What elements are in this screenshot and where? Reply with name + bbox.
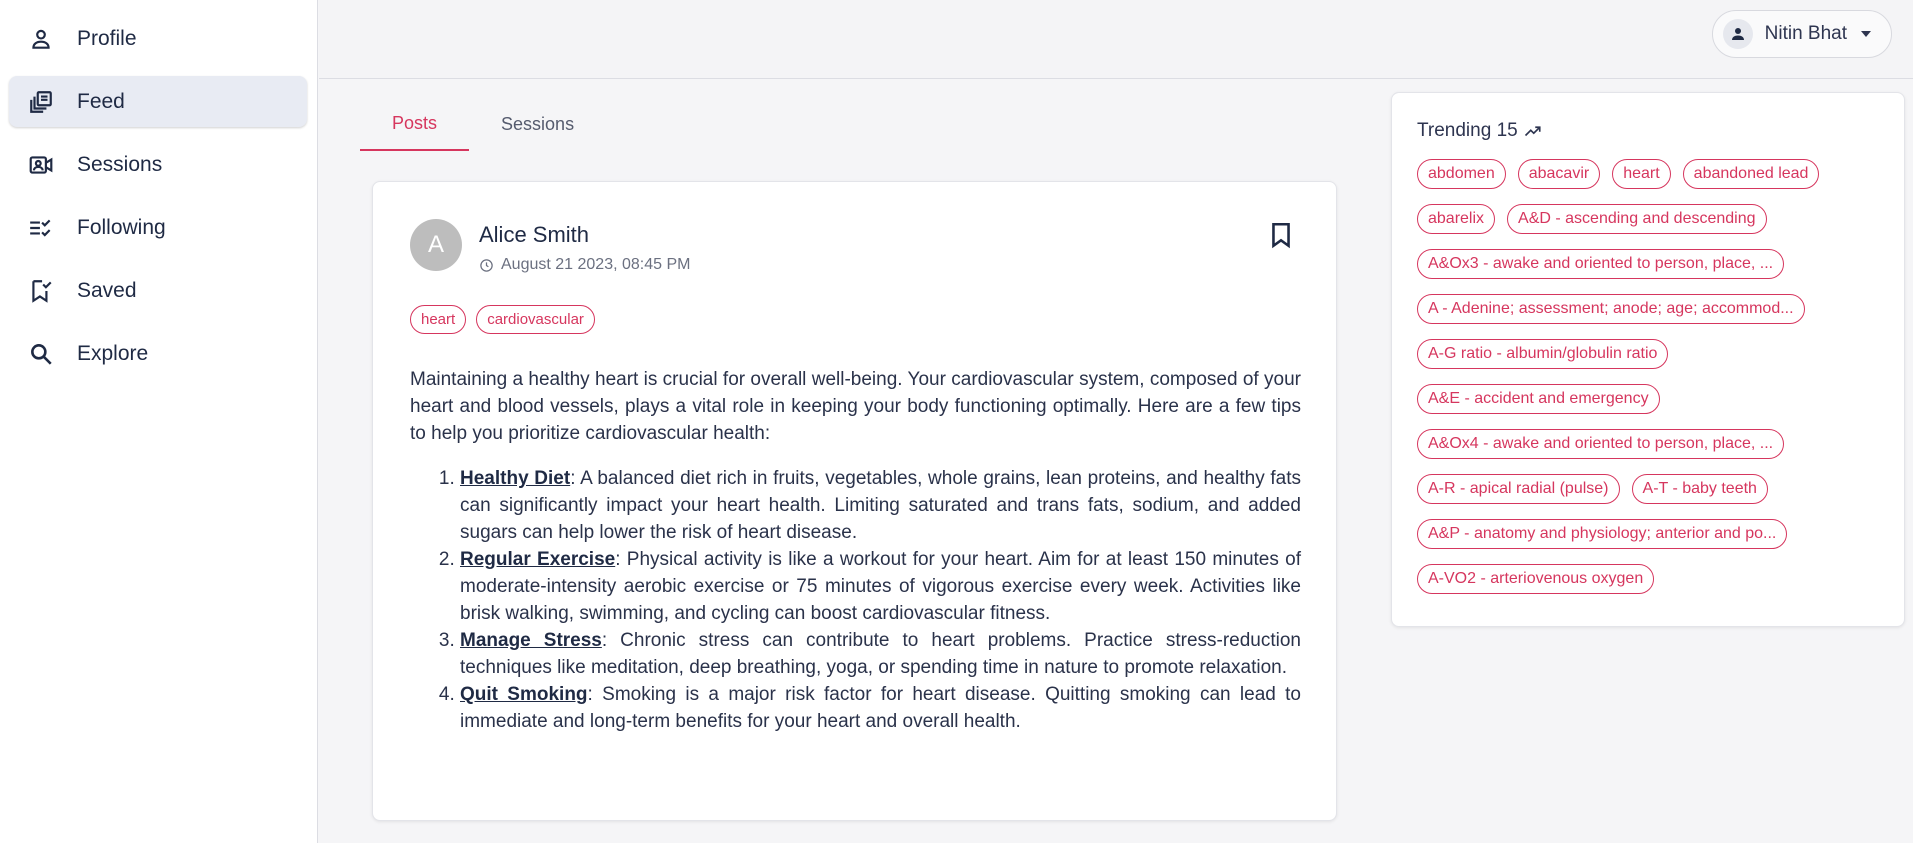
trending-tag-chip[interactable]: A-T - baby teeth (1631, 474, 1768, 504)
tips-list: Healthy Diet: A balanced diet rich in fr… (460, 465, 1301, 735)
sidebar-item-feed[interactable]: Feed (9, 76, 307, 127)
list-item: Regular Exercise: Physical activity is l… (460, 546, 1301, 627)
trending-tag-chip[interactable]: A-G ratio - albumin/globulin ratio (1417, 339, 1669, 369)
tag-chip[interactable]: heart (410, 305, 467, 334)
trending-title-row: Trending 15 (1417, 120, 1542, 142)
search-icon (27, 340, 55, 368)
trending-tag-chip[interactable]: A-R - apical radial (pulse) (1417, 474, 1620, 504)
sidebar-item-profile[interactable]: Profile (9, 13, 307, 64)
list-item: Healthy Diet: A balanced diet rich in fr… (460, 465, 1301, 546)
trending-tag-chip[interactable]: A&P - anatomy and physiology; anterior a… (1417, 519, 1788, 549)
sidebar-item-label: Sessions (77, 152, 163, 176)
list-item: Manage Stress: Chronic stress can contri… (460, 627, 1301, 681)
feed-icon (27, 88, 55, 116)
trending-panel: Trending 15 abdomen abacavir heart aband… (1391, 92, 1905, 627)
video-contact-icon (27, 151, 55, 179)
post-card: A Alice Smith August 21 2023, 08:45 PM h… (372, 181, 1337, 821)
sidebar: Profile Feed Sessions Following Saved Ex… (0, 0, 318, 843)
trending-tag-chip[interactable]: abandoned lead (1682, 159, 1820, 189)
trending-tag-chip[interactable]: abacavir (1517, 159, 1601, 189)
tip-title: Healthy Diet (460, 468, 571, 489)
trending-tag-chip[interactable]: abarelix (1417, 204, 1496, 234)
tab-sessions[interactable]: Sessions (469, 98, 606, 151)
sidebar-item-following[interactable]: Following (9, 202, 307, 253)
trending-tag-chip[interactable]: A-VO2 - arteriovenous oxygen (1417, 564, 1655, 594)
tip-title: Manage Stress (460, 630, 602, 651)
trending-tag-chip[interactable]: A&Ox3 - awake and oriented to person, pl… (1417, 249, 1785, 279)
trending-tag-chip[interactable]: A - Adenine; assessment; anode; age; acc… (1417, 294, 1805, 324)
tag-chip[interactable]: cardiovascular (476, 305, 595, 334)
post-timestamp-row: August 21 2023, 08:45 PM (479, 256, 690, 274)
sidebar-item-label: Following (77, 215, 166, 239)
feed-tabs: Posts Sessions (360, 98, 606, 151)
trending-title: Trending 15 (1417, 120, 1518, 141)
user-menu-button[interactable]: Nitin Bhat (1711, 10, 1892, 58)
person-icon (27, 25, 55, 53)
tip-title: Regular Exercise (460, 549, 616, 570)
top-bar: Nitin Bhat (319, 0, 1913, 79)
post-author[interactable]: Alice Smith (479, 222, 589, 248)
avatar[interactable]: A (410, 219, 462, 271)
bookmark-button[interactable] (1268, 221, 1294, 249)
sidebar-item-label: Explore (77, 341, 149, 365)
tip-title: Quit Smoking (460, 684, 588, 705)
post-intro: Maintaining a healthy heart is crucial f… (410, 369, 1301, 444)
tab-posts[interactable]: Posts (360, 98, 470, 151)
person-icon (1722, 19, 1753, 49)
trending-up-icon (1524, 126, 1541, 137)
tip-text: : A balanced diet rich in fruits, vegeta… (460, 468, 1302, 543)
trending-tag-chip[interactable]: A&Ox4 - awake and oriented to person, pl… (1417, 429, 1785, 459)
trending-tags: abdomen abacavir heart abandoned lead ab… (1417, 159, 1897, 594)
trending-tag-chip[interactable]: heart (1612, 159, 1671, 189)
post-tags: heart cardiovascular (410, 305, 595, 334)
user-name: Nitin Bhat (1764, 23, 1847, 44)
sidebar-item-sessions[interactable]: Sessions (9, 139, 307, 190)
sidebar-item-saved[interactable]: Saved (9, 265, 307, 316)
sidebar-item-label: Saved (77, 278, 137, 302)
post-body: Maintaining a healthy heart is crucial f… (410, 366, 1301, 735)
sidebar-item-explore[interactable]: Explore (9, 328, 307, 379)
list-item: Quit Smoking: Smoking is a major risk fa… (460, 681, 1301, 735)
chevron-down-icon (1861, 31, 1871, 37)
trending-tag-chip[interactable]: A&D - ascending and descending (1507, 204, 1767, 234)
sidebar-item-label: Profile (77, 26, 137, 50)
clock-icon (480, 258, 493, 272)
bookmark-icon (1272, 222, 1290, 249)
trending-tag-chip[interactable]: abdomen (1417, 159, 1506, 189)
trending-tag-chip[interactable]: A&E - accident and emergency (1417, 384, 1660, 414)
bookmark-check-icon (27, 277, 55, 305)
post-timestamp: August 21 2023, 08:45 PM (501, 256, 691, 273)
checklist-icon (27, 214, 55, 242)
sidebar-item-label: Feed (77, 89, 125, 113)
